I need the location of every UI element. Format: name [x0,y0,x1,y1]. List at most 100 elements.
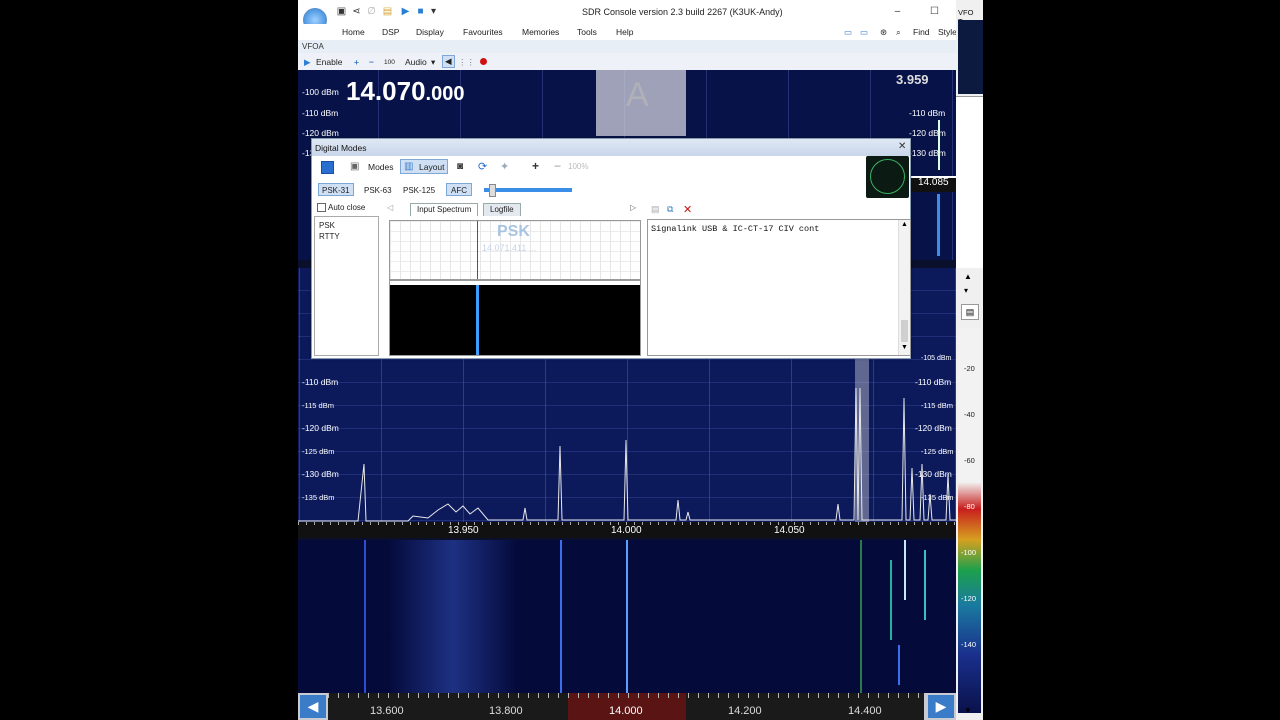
dialog-stop-icon[interactable] [321,161,334,174]
modes-icon: ▣ [350,161,360,172]
auto-close-checkbox[interactable] [317,203,326,212]
vfo-bar: VFOA [298,40,956,53]
search-icon[interactable]: ⌕ [896,27,901,38]
step-value[interactable]: 100 [384,59,395,66]
axis-label: 13.950 [448,525,479,536]
maximize-icon[interactable]: ☐ [929,6,940,17]
clear-icon[interactable]: ✕ [683,203,692,216]
layout-icon: ▥ [404,161,414,172]
sdr-console-window: ▣ ⋖ ∅ ▤ ▶ ■ ▾ SDR Console version 2.3 bu… [298,0,956,720]
input-spectrum-cursor [477,221,478,279]
scrollbar-down-icon[interactable]: ▼ [901,344,908,351]
minus-icon[interactable]: − [369,57,374,67]
frequency-display[interactable]: 14.070.000 [346,76,464,107]
psk-watermark: PSK [497,223,530,240]
link-icon[interactable]: ∅ [366,6,377,17]
camera-icon[interactable]: ▣ [336,6,347,17]
waterfall-line [626,540,628,693]
zoom-level[interactable]: 100% [568,162,588,171]
mode-list-item[interactable]: PSK [319,221,335,230]
paste-icon[interactable]: ⧉ [667,204,673,215]
dbm-label: -120 dBm [909,128,946,138]
meter-label: -20 [964,364,975,373]
vfo-label: VFOA [302,42,324,51]
scroll-right-icon[interactable]: ▶ [928,695,954,718]
monitor2-icon[interactable]: ▭ [860,27,868,38]
afc-button[interactable]: AFC [446,183,472,196]
waterfall-noise [388,540,518,693]
play-icon[interactable]: ▶ [400,6,411,17]
record-icon[interactable] [480,58,487,65]
meter-settings-icon[interactable]: ▤ [961,304,979,320]
menu-help[interactable]: Help [616,27,633,37]
dialog-title: Digital Modes [315,143,367,153]
menu-display[interactable]: Display [416,27,444,37]
meter-panel: ▲ ▾ ▤ -20 -40 -60 -80 -100 -120 -140 ▼ [956,268,983,720]
menu-home[interactable]: Home [342,27,365,37]
lock-icon[interactable]: ⊛ [880,27,887,38]
band-scale-label: 14.200 [728,705,762,717]
input-spectrum-panel[interactable]: PSK 14.071.411 ... [389,220,641,356]
enable-play-icon: ▶ [304,57,311,67]
minimize-icon[interactable]: – [892,6,903,17]
audio-dropdown-icon[interactable]: ▾ [431,57,435,68]
camera-icon[interactable]: ◙ [457,161,463,172]
band-scale-label: 13.600 [370,705,404,717]
refresh-icon[interactable]: ⟳ [478,160,487,173]
copy-icon[interactable]: ▤ [651,204,660,215]
tabs-left-icon[interactable]: ◁ [387,203,393,212]
monitor-icon[interactable]: ▭ [844,27,852,38]
psk125-button[interactable]: PSK-125 [399,183,439,196]
band-scale[interactable]: ◀ 13.600 13.800 14.000 14.200 14.400 ▶ [298,693,956,720]
scroll-up-icon[interactable]: ▲ [964,272,972,281]
tab-input-spectrum[interactable]: Input Spectrum [410,203,479,216]
style-menu[interactable]: Style [938,27,956,37]
share-icon[interactable]: ⋖ [351,6,362,17]
received-text-area[interactable]: Signalink USB & IC-CT-17 CIV cont ▲ ▼ [647,219,911,356]
enable-button[interactable]: Enable [316,57,342,67]
dialog-title-bar[interactable]: Digital Modes ✕ [312,139,910,156]
dialog-close-icon[interactable]: ✕ [898,141,906,152]
zoom-out-icon[interactable]: − [554,159,561,173]
menu-dsp[interactable]: DSP [382,27,399,37]
psk31-button[interactable]: PSK-31 [318,183,354,196]
modes-button[interactable]: Modes [364,159,398,174]
meter-label: -140 [961,640,977,649]
scrollbar-thumb[interactable] [901,320,908,342]
squelch-slider-thumb[interactable] [489,184,496,197]
vfo-tuner-preview [958,20,983,94]
waterfall-line [860,540,862,693]
squelch-slider[interactable] [484,188,572,192]
text-scrollbar[interactable]: ▲ ▼ [898,220,910,355]
folder-icon[interactable]: ▤ [382,6,393,17]
menu-favourites[interactable]: Favourites [463,27,503,37]
right-readout: 3.959 [896,72,929,87]
menu-memories[interactable]: Memories [522,27,559,37]
mode-list-item[interactable]: RTTY [319,232,340,241]
scrollbar-up-icon[interactable]: ▲ [901,221,908,228]
mixer-icon[interactable]: ⋮⋮ [458,57,475,68]
scroll-left-icon[interactable]: ◀ [300,695,326,718]
dbm-label: -120 dBm [302,128,339,138]
frequency-axis[interactable]: 13.950 14.000 14.050 [298,522,956,538]
meter-label: -120 [961,594,977,603]
collapse-icon[interactable]: ▾ [964,286,968,295]
tab-logfile[interactable]: Logfile [483,203,521,216]
dropdown-icon[interactable]: ▾ [428,6,439,17]
zoom-in-icon[interactable]: + [532,159,539,173]
band-scale-label: 13.800 [489,705,523,717]
audio-button[interactable]: Audio [405,57,427,67]
waterfall-display[interactable] [298,540,956,693]
pin-icon[interactable]: ✦ [500,160,509,173]
find-button[interactable]: Find [913,27,930,37]
menu-tools[interactable]: Tools [577,27,597,37]
waterfall-line [898,645,900,685]
psk63-button[interactable]: PSK-63 [360,183,396,196]
stop-icon[interactable]: ■ [415,6,426,17]
tabs-right-icon[interactable]: ▷ [630,203,636,212]
speaker-icon[interactable]: ◀ [442,55,455,68]
mode-list[interactable]: PSK RTTY [314,216,379,356]
plus-icon[interactable]: + [354,57,359,67]
scroll-down-icon[interactable]: ▼ [964,706,972,715]
axis-label: 14.000 [611,525,642,536]
